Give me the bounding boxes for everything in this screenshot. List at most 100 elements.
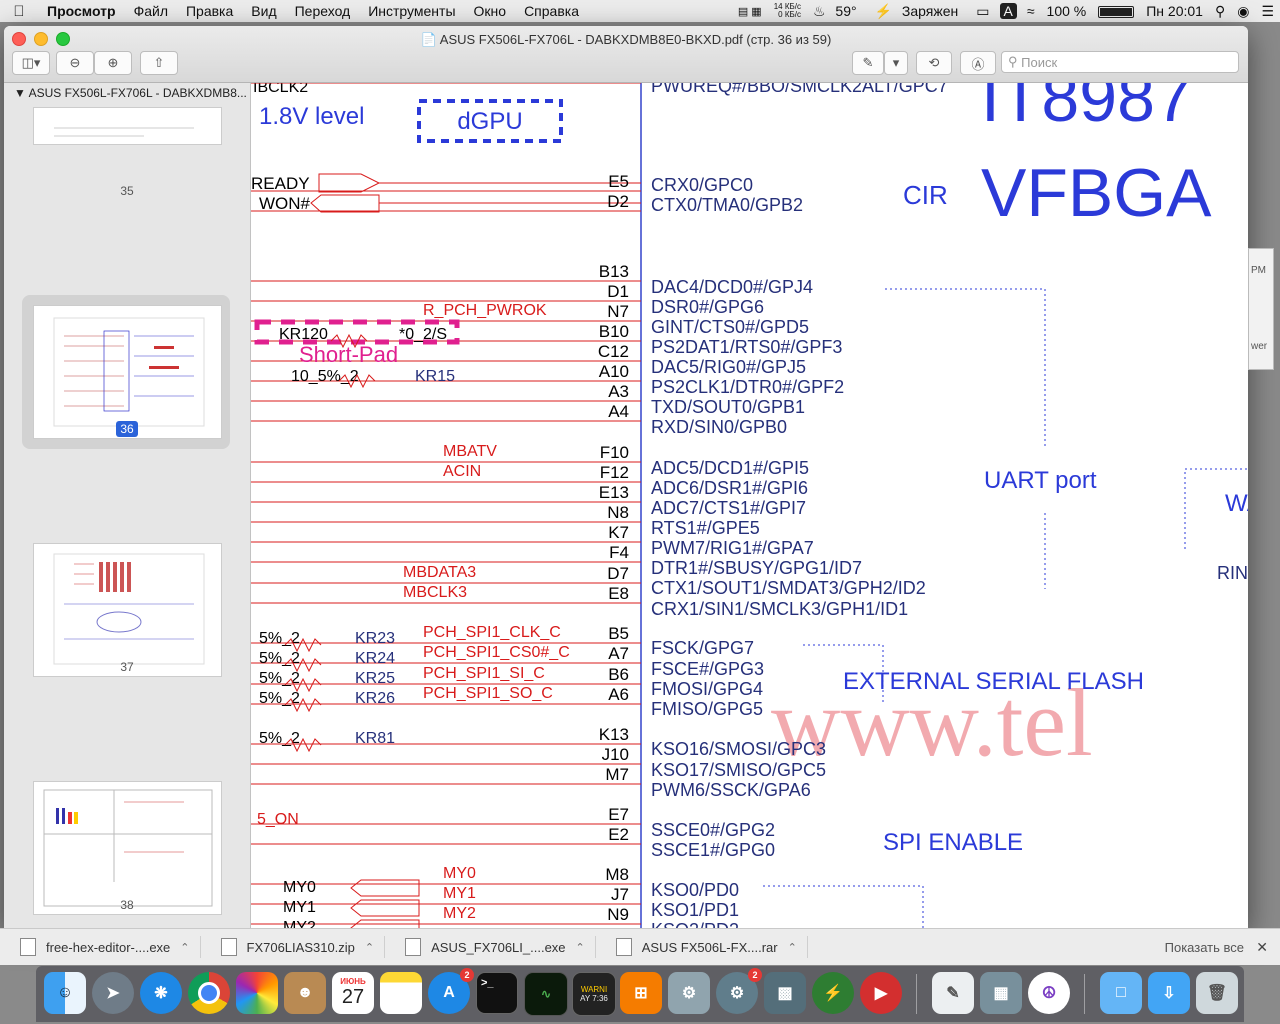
level-label: 1.8V level xyxy=(259,103,364,130)
remote-desktop-icon[interactable]: ▶ xyxy=(860,972,902,1014)
my-label-1: MY1 xyxy=(283,899,316,916)
menu-app-name[interactable]: Просмотр xyxy=(38,3,125,19)
notes-icon[interactable] xyxy=(380,972,422,1014)
pin-function-J7: KSO1/PD1 xyxy=(651,900,739,920)
power-app-icon[interactable]: ⚡ xyxy=(812,972,854,1014)
network-utility-icon[interactable]: ▩ xyxy=(764,972,806,1014)
sidebar-header[interactable]: ▼ ASUS FX506L-FX706L - DABKXDMB8... xyxy=(4,83,250,103)
pin-function-top: PWUREQ#/BBO/SMCLK2ALT/GPC7 xyxy=(651,83,948,96)
wa-label-fragment: WA xyxy=(1225,490,1248,517)
trash-icon[interactable]: 🗑 xyxy=(1196,972,1238,1014)
menu-edit[interactable]: Правка xyxy=(177,3,242,19)
share-button[interactable]: ⇧ xyxy=(140,51,178,75)
input-source[interactable]: A xyxy=(999,3,1017,19)
chevron-up-icon[interactable]: ⌃ xyxy=(365,941,374,954)
thumbnail-sidebar[interactable]: ▼ ASUS FX506L-FX706L - DABKXDMB8... 35 3… xyxy=(4,83,251,928)
activity-monitor-icon[interactable]: ∿ xyxy=(524,972,568,1016)
temperature-readout[interactable]: ♨ 59° xyxy=(807,3,869,20)
xcode-instruments-icon[interactable]: ☮ xyxy=(1028,972,1070,1014)
menu-help[interactable]: Справка xyxy=(515,3,588,19)
sidebar-toggle-button[interactable]: ◫▾ xyxy=(12,51,50,75)
pdf-page-view[interactable]: www.tel IBCLK2 PWUREQ#/BBO/SMCLK2ALT/GPC7 1… xyxy=(251,83,1248,928)
zoom-out-button[interactable]: ⊖ xyxy=(56,51,94,75)
pin-number-N8: N8 xyxy=(607,503,629,522)
preview-icon[interactable]: ▦ xyxy=(980,972,1022,1014)
page-number-36[interactable]: 36 xyxy=(4,421,250,437)
calendar-icon[interactable]: ИЮНЬ 27 xyxy=(332,972,374,1014)
disk-utility-icon[interactable]: ⚙ xyxy=(668,972,710,1014)
markup-pen-button[interactable]: ✎ xyxy=(852,51,884,75)
terminal-icon[interactable]: >_ xyxy=(476,972,518,1014)
pin-function-M7: PWM6/SSCK/GPA6 xyxy=(651,780,811,800)
markup-dropdown-button[interactable]: ▾ xyxy=(884,51,908,75)
airplay-icon[interactable]: ▭ xyxy=(970,3,995,20)
battery-percent[interactable]: 100 % xyxy=(1041,3,1093,19)
net-label-B5: PCH_SPI1_CLK_C xyxy=(423,624,561,641)
download-item-2[interactable]: FX706LIAS310.zip ⌃ xyxy=(201,936,386,958)
annotate-button[interactable]: Ⓐ xyxy=(960,51,996,75)
download-name-2: FX706LIAS310.zip xyxy=(246,939,355,955)
show-all-button[interactable]: Показать все xyxy=(1165,929,1244,965)
pin-number-K7: K7 xyxy=(608,523,629,542)
battery-icon[interactable] xyxy=(1092,3,1140,19)
download-item-1[interactable]: free-hex-editor-....exe ⌃ xyxy=(0,936,201,958)
download-item-3[interactable]: ASUS_FX706LI_....exe ⌃ xyxy=(385,936,596,958)
safari-icon[interactable]: ❋ xyxy=(140,972,182,1014)
close-downloads-icon[interactable]: ✕ xyxy=(1256,929,1268,965)
page-number-37[interactable]: 37 xyxy=(4,660,250,674)
page-thumbnail-35[interactable] xyxy=(33,107,222,145)
menu-view[interactable]: Вид xyxy=(242,3,285,19)
pin-number-K13: K13 xyxy=(599,725,629,744)
contacts-icon[interactable]: ☻ xyxy=(284,972,326,1014)
kso-bracket xyxy=(763,885,924,928)
siri-icon[interactable]: ◉ xyxy=(1231,3,1255,20)
calendar-day: 27 xyxy=(341,986,365,1008)
rotate-button[interactable]: ⟲ xyxy=(916,51,952,75)
page-thumbnail-37[interactable] xyxy=(33,543,222,677)
chrome-icon[interactable] xyxy=(188,972,230,1014)
page-thumbnail-38[interactable] xyxy=(33,781,222,915)
wifi-icon[interactable]: ≈ xyxy=(1021,3,1041,19)
clock[interactable]: Пн 20:01 xyxy=(1140,3,1209,19)
search-field[interactable]: ⚲ Поиск xyxy=(1001,51,1239,73)
page-number-35[interactable]: 35 xyxy=(4,184,250,198)
app-store-icon[interactable]: A2 xyxy=(428,968,474,1014)
pin-number-B13: B13 xyxy=(599,262,629,281)
resistor-ref-KR25: KR25 xyxy=(355,670,395,687)
status-icons[interactable]: ▤ ▦ xyxy=(732,5,768,18)
zoom-in-button[interactable]: ⊕ xyxy=(94,51,132,75)
chevron-up-icon[interactable]: ⌃ xyxy=(180,941,189,954)
launchpad-icon[interactable]: ➤ xyxy=(92,972,134,1014)
folder-icon[interactable]: □ xyxy=(1100,972,1142,1014)
photos-icon[interactable] xyxy=(236,972,278,1014)
chevron-up-icon[interactable]: ⌃ xyxy=(788,941,797,954)
menu-file[interactable]: Файл xyxy=(125,3,177,19)
menu-window[interactable]: Окно xyxy=(465,3,516,19)
page-number-38[interactable]: 38 xyxy=(4,898,250,912)
downloads-folder-icon[interactable]: ⇩ xyxy=(1148,972,1190,1014)
finder-icon[interactable]: ☺ xyxy=(44,972,86,1014)
spotlight-icon[interactable]: ⚲ xyxy=(1209,3,1231,20)
notification-center-icon[interactable]: ☰ xyxy=(1255,3,1280,20)
pin-number-A3: A3 xyxy=(608,382,629,401)
calculator-icon[interactable]: ⊞ xyxy=(620,972,662,1014)
external-flash-label: EXTERNAL SERIAL FLASH xyxy=(843,668,1144,695)
power-status[interactable]: ⚡ Заряжен xyxy=(869,3,971,20)
chevron-up-icon[interactable]: ⌃ xyxy=(576,941,585,954)
menu-tools[interactable]: Инструменты xyxy=(359,3,464,19)
console-icon[interactable]: WARNI AY 7:36 xyxy=(572,972,616,1016)
pin-number-B10: B10 xyxy=(599,322,629,341)
document-icon[interactable]: ✎ xyxy=(932,972,974,1014)
system-preferences-icon[interactable]: ⚙ 2 xyxy=(716,968,762,1014)
pin-number-D7: D7 xyxy=(607,564,629,583)
network-speed[interactable]: 14 КБ/с 0 КБ/с xyxy=(768,3,807,19)
download-item-4[interactable]: ASUS FX506L-FX....rar ⌃ xyxy=(596,936,808,958)
page-thumbnail-36[interactable] xyxy=(33,305,222,439)
net-label-B6: PCH_SPI1_SI_C xyxy=(423,665,545,682)
download-name-4: ASUS FX506L-FX....rar xyxy=(641,939,778,955)
background-window-edge[interactable]: PM wer xyxy=(1248,248,1274,370)
pin-number-M7: M7 xyxy=(605,765,629,784)
menu-go[interactable]: Переход xyxy=(286,3,360,19)
download-name-1: free-hex-editor-....exe xyxy=(46,939,171,955)
apple-menu-icon[interactable]:  xyxy=(0,3,38,20)
